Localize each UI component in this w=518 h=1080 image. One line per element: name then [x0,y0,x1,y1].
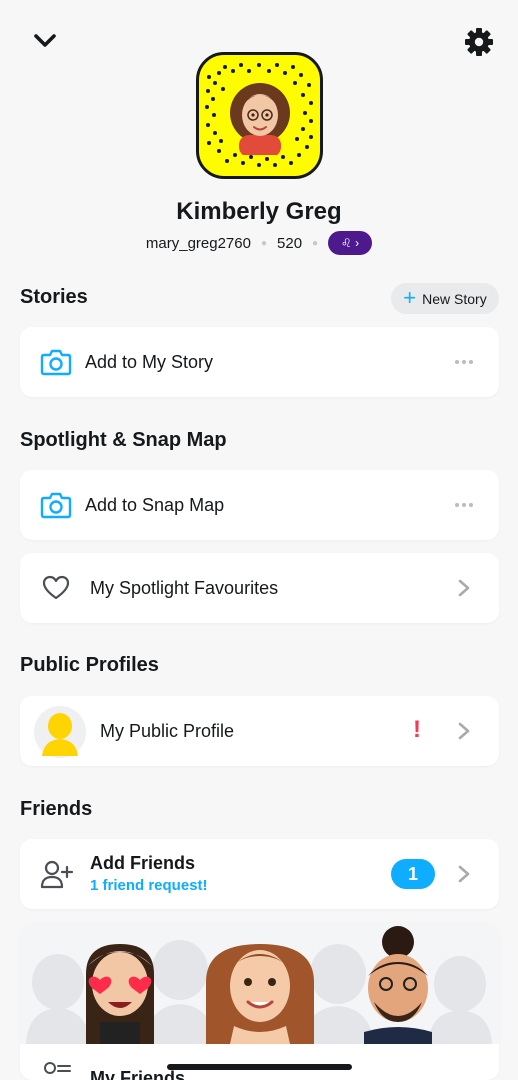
friend-request-count-badge: 1 [391,859,435,889]
chevron-right-icon [458,865,470,883]
chevron-right-icon [458,579,470,597]
section-title-stories: Stories [20,286,88,308]
username: mary_greg2760 [145,234,251,252]
add-friends-row[interactable]: Add Friends 1 friend request! 1 [20,839,499,909]
new-story-button[interactable]: + New Story [391,283,499,314]
plus-icon: + [403,284,417,310]
section-title-spotlight: Spotlight & Snap Map [20,429,227,451]
section-title-public-profiles: Public Profiles [20,654,159,676]
my-friends-card[interactable]: My Friends [20,922,499,1080]
settings-button[interactable] [459,22,499,62]
alert-icon: ! [413,716,421,743]
display-name: Kimberly Greg [176,198,342,225]
zodiac-badge[interactable]: ♌ › [328,231,373,255]
gear-icon [465,28,493,56]
section-title-friends: Friends [20,798,93,820]
spotlight-favourites-label: My Spotlight Favourites [90,578,279,598]
friends-list-icon [44,1062,71,1074]
friend-request-text: 1 friend request! [90,877,208,894]
separator-dot: ● [260,237,268,249]
more-options-icon[interactable] [455,360,473,364]
snapcode[interactable] [196,52,323,179]
add-friends-label: Add Friends [90,853,196,873]
friends-bitmoji-banner [20,922,499,1044]
chevron-right-icon [458,722,470,740]
camera-icon [40,492,72,519]
more-options-icon[interactable] [455,503,473,507]
spotlight-favourites-row[interactable]: My Spotlight Favourites [20,553,499,623]
my-friends-row[interactable]: My Friends [20,1044,499,1080]
separator-dot: ● [312,237,319,249]
profile-meta: mary_greg2760 ● 520 ● ♌ › [0,231,518,255]
my-public-profile-label: My Public Profile [100,721,235,741]
public-profile-avatar-icon [34,706,86,758]
add-friend-icon [40,860,74,889]
snap-score[interactable]: 520 [277,235,302,252]
collapse-button[interactable] [25,21,65,61]
chevron-down-icon [34,34,56,47]
my-public-profile-row[interactable]: My Public Profile ! [20,696,499,766]
add-to-snap-map-label: Add to Snap Map [85,495,225,515]
new-story-label: New Story [422,290,487,307]
bitmoji-avatar [230,83,290,155]
add-to-my-story-row[interactable]: Add to My Story [20,327,499,397]
camera-icon [40,349,72,376]
home-indicator[interactable] [167,1064,352,1070]
heart-icon [42,575,70,600]
add-to-snap-map-row[interactable]: Add to Snap Map [20,470,499,540]
add-to-my-story-label: Add to My Story [85,352,214,372]
